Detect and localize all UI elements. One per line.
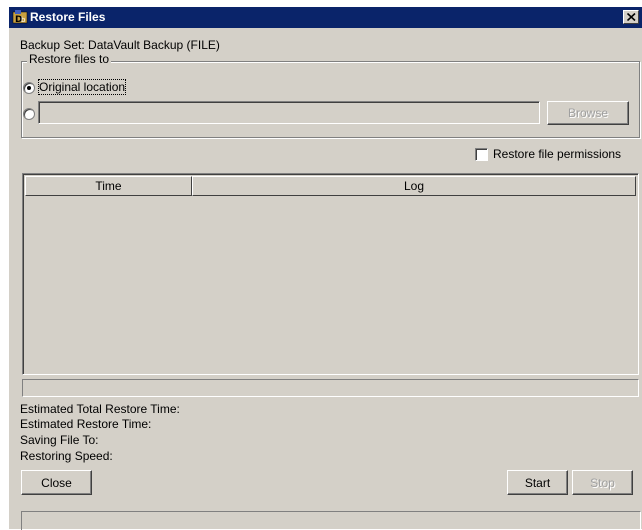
- window-title: Restore Files: [30, 10, 106, 24]
- close-button[interactable]: Close: [21, 470, 92, 495]
- restore-path-field[interactable]: [38, 101, 540, 124]
- radio-original-location[interactable]: [23, 82, 35, 94]
- original-location-label[interactable]: Original location: [37, 79, 127, 95]
- column-header-time[interactable]: Time: [25, 176, 192, 196]
- saving-file-to-label: Saving File To:: [20, 433, 99, 447]
- restore-to-group: [21, 61, 640, 138]
- radio-custom-location[interactable]: [23, 108, 35, 120]
- title-bar[interactable]: D b Restore Files: [9, 7, 642, 28]
- estimated-total-restore-time-label: Estimated Total Restore Time:: [20, 402, 180, 416]
- status-bar: [21, 511, 641, 530]
- restore-progress-bar: [22, 379, 639, 397]
- column-header-log[interactable]: Log: [192, 176, 636, 196]
- backup-set-label: Backup Set: DataVault Backup (FILE): [20, 38, 220, 52]
- restore-permissions-checkbox[interactable]: [475, 148, 488, 161]
- log-table[interactable]: Time Log: [22, 173, 639, 375]
- restoring-speed-label: Restoring Speed:: [20, 449, 113, 463]
- start-button[interactable]: Start: [507, 470, 568, 495]
- datavault-icon: D b: [12, 9, 28, 25]
- close-icon: [627, 13, 636, 21]
- stop-button[interactable]: Stop: [572, 470, 633, 495]
- svg-text:b: b: [21, 16, 26, 24]
- restore-to-legend: Restore files to: [27, 52, 112, 66]
- close-window-button[interactable]: [623, 10, 639, 24]
- restore-files-window: D b Restore Files Backup Set: DataVault …: [8, 6, 642, 530]
- estimated-restore-time-label: Estimated Restore Time:: [20, 417, 152, 431]
- browse-button[interactable]: Browse: [547, 101, 629, 125]
- restore-permissions-label[interactable]: Restore file permissions: [493, 147, 621, 161]
